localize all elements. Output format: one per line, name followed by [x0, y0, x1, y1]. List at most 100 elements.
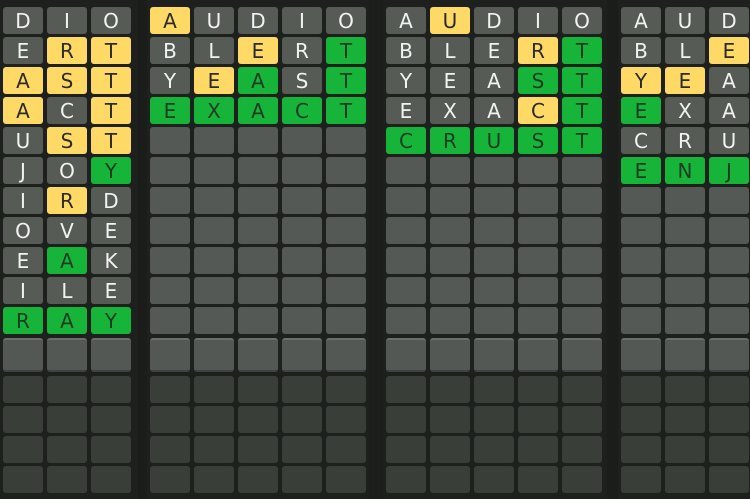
tile: Y	[150, 67, 190, 94]
tile: Y	[621, 67, 661, 94]
tile	[621, 247, 661, 274]
tile: E	[621, 97, 661, 124]
tile: C	[47, 97, 87, 124]
tile: D	[474, 7, 514, 34]
tile	[709, 466, 749, 493]
tile	[386, 277, 426, 304]
tile	[518, 406, 558, 433]
tile	[430, 406, 470, 433]
tile: D	[3, 7, 43, 34]
tile	[194, 187, 234, 214]
tile	[709, 436, 749, 463]
tile	[282, 307, 322, 334]
tile: D	[91, 187, 131, 214]
tile: I	[47, 7, 87, 34]
tile	[194, 466, 234, 493]
tile: E	[665, 67, 705, 94]
tile	[665, 406, 705, 433]
tile	[282, 376, 322, 403]
tile: L	[665, 37, 705, 64]
tile: T	[326, 97, 366, 124]
tile	[665, 187, 705, 214]
tile: R	[430, 127, 470, 154]
board-3: AUDIOBLERTYEASTEXACTCRUST	[383, 0, 607, 499]
tile	[474, 436, 514, 463]
tile	[518, 277, 558, 304]
tile	[326, 307, 366, 334]
tile	[3, 436, 43, 463]
tile: A	[238, 97, 278, 124]
tile	[621, 376, 661, 403]
tile	[282, 466, 322, 493]
tile	[474, 376, 514, 403]
tile: E	[238, 37, 278, 64]
tile: E	[91, 277, 131, 304]
tile	[150, 247, 190, 274]
tile: U	[194, 7, 234, 34]
tile	[621, 466, 661, 493]
tile	[665, 436, 705, 463]
tile	[47, 406, 87, 433]
tile	[562, 187, 602, 214]
tile	[430, 376, 470, 403]
tile	[621, 187, 661, 214]
tile: E	[430, 67, 470, 94]
tile: T	[562, 127, 602, 154]
tile	[709, 406, 749, 433]
tile	[474, 247, 514, 274]
tile	[150, 466, 190, 493]
tile: D	[709, 7, 749, 34]
tile: L	[430, 37, 470, 64]
tile	[430, 187, 470, 214]
tile	[518, 307, 558, 334]
tile	[386, 406, 426, 433]
tile	[621, 406, 661, 433]
tile	[47, 376, 87, 403]
tile: I	[3, 277, 43, 304]
tile	[194, 338, 234, 372]
tile	[562, 406, 602, 433]
tile	[150, 436, 190, 463]
tile	[47, 338, 87, 372]
tile: A	[474, 97, 514, 124]
tile	[518, 217, 558, 244]
tile	[518, 187, 558, 214]
tile: C	[282, 97, 322, 124]
tile	[282, 127, 322, 154]
tile	[562, 436, 602, 463]
tile: A	[474, 67, 514, 94]
tile: X	[430, 97, 470, 124]
tile	[621, 217, 661, 244]
tile	[238, 217, 278, 244]
board-1: DIOERTASTACTUSTJOYIRDOVEEAKILERAY	[0, 0, 138, 499]
tile: E	[386, 97, 426, 124]
tile: O	[562, 7, 602, 34]
tile	[665, 466, 705, 493]
tile: A	[238, 67, 278, 94]
tile	[282, 406, 322, 433]
tile: A	[3, 97, 43, 124]
tile: U	[3, 127, 43, 154]
tile: I	[3, 187, 43, 214]
tile: C	[621, 127, 661, 154]
tile	[709, 376, 749, 403]
tile: R	[47, 37, 87, 64]
tile: U	[474, 127, 514, 154]
tile	[518, 376, 558, 403]
tile	[326, 217, 366, 244]
tile	[386, 307, 426, 334]
tile	[474, 217, 514, 244]
tile: O	[326, 7, 366, 34]
board-2: AUDIOBLERTYEASTEXACT	[147, 0, 369, 499]
board-4: AUDBLEYEAEXACRUENJ	[618, 0, 750, 499]
tile	[150, 157, 190, 184]
tile	[150, 277, 190, 304]
tile	[326, 187, 366, 214]
tile: U	[709, 127, 749, 154]
tile	[386, 187, 426, 214]
tile: L	[194, 37, 234, 64]
tile	[238, 277, 278, 304]
tile	[282, 187, 322, 214]
tile: A	[621, 7, 661, 34]
tile: A	[709, 67, 749, 94]
